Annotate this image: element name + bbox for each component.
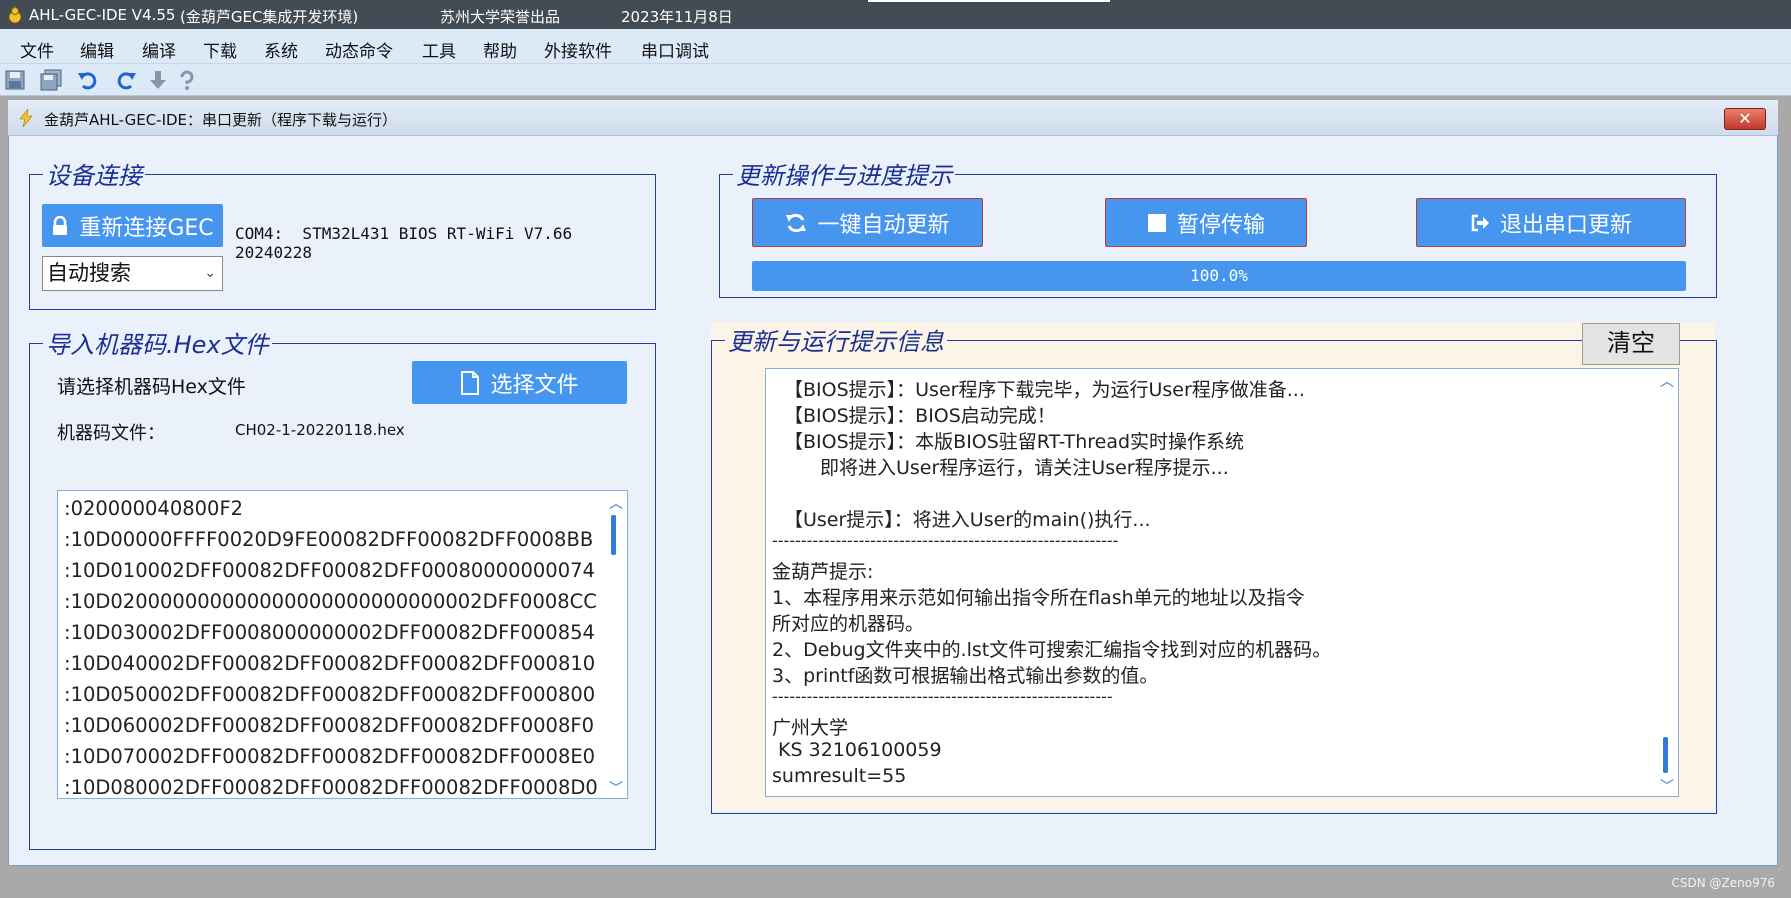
hex-line: :10D080002DFF00082DFF00082DFF00082DFF000… xyxy=(64,776,598,799)
menu-tools[interactable]: 工具 xyxy=(422,37,456,62)
menu-serial-debug[interactable]: 串口调试 xyxy=(641,37,709,62)
dialog-lightning-icon xyxy=(19,109,33,127)
clear-log-button[interactable]: 清空 xyxy=(1582,323,1680,365)
title-accent-bar xyxy=(868,0,1110,2)
stop-square-icon xyxy=(1147,213,1166,232)
menu-help[interactable]: 帮助 xyxy=(483,37,517,62)
publisher-text: 苏州大学荣誉出品 xyxy=(440,8,561,26)
hex-line: :10D070002DFF00082DFF00082DFF00082DFF000… xyxy=(64,745,596,768)
sign-out-icon xyxy=(1471,214,1489,231)
undo-icon[interactable] xyxy=(74,67,100,93)
log-line: 【BIOS提示】：BIOS启动完成！ xyxy=(784,405,1056,427)
help-icon[interactable] xyxy=(174,67,200,93)
menu-bar: 文件 编辑 编译 下载 系统 动态命令 工具 帮助 外接软件 串口调试 xyxy=(0,29,1791,64)
title-bar: AHL-GEC-IDE V4.55 (金葫芦GEC集成开发环境) 苏州大学荣誉出… xyxy=(0,0,1791,29)
menu-edit[interactable]: 编辑 xyxy=(80,37,114,62)
dialog-title: 金葫芦AHL-GEC-IDE：串口更新（程序下载与运行） xyxy=(44,111,398,129)
app-gourd-icon xyxy=(8,6,22,24)
log-line: 1、本程序用来示范如何输出指令所在flash单元的地址以及指令 xyxy=(772,587,1305,609)
reconnect-gec-label: 重新连接GEC xyxy=(79,215,214,241)
hex-line: :10D060002DFF00082DFF00082DFF00082DFF000… xyxy=(64,714,594,737)
scroll-down-icon[interactable]: ﹀ xyxy=(609,778,623,798)
status-bar: CSDN @Zeno976 xyxy=(0,866,1791,898)
chevron-down-icon: ⌄ xyxy=(204,265,216,281)
menu-external-software[interactable]: 外接软件 xyxy=(544,37,612,62)
log-line: 3、printf函数可根据输出格式输出参数的值。 xyxy=(772,665,1159,687)
scroll-up-icon[interactable]: ︿ xyxy=(1660,371,1674,391)
menu-system[interactable]: 系统 xyxy=(264,37,298,62)
pause-transfer-label: 暂停传输 xyxy=(1176,212,1265,238)
menu-compile[interactable]: 编译 xyxy=(142,37,176,62)
hex-line: :10D00000FFFF0020D9FE00082DFF00082DFF000… xyxy=(64,528,594,551)
watermark-text: CSDN @Zeno976 xyxy=(1671,876,1775,890)
log-scrollbar-thumb[interactable] xyxy=(1663,737,1668,773)
reconnect-gec-button[interactable]: 重新连接GEC xyxy=(42,204,223,247)
dialog-close-button[interactable]: ✕ xyxy=(1724,108,1766,130)
log-line: 即将进入User程序运行，请关注User程序提示... xyxy=(820,457,1229,479)
app-name: AHL-GEC-IDE V4.55 xyxy=(29,6,176,24)
scroll-down-icon[interactable]: ﹀ xyxy=(1660,776,1674,796)
log-line: ----------------------------------------… xyxy=(772,687,1113,706)
machine-code-file-name: CH02-1-20220118.hex xyxy=(235,421,405,439)
save-icon[interactable] xyxy=(2,67,28,93)
search-mode-select[interactable]: 自动搜索 ⌄ xyxy=(42,256,223,291)
hex-line: :10D020000000000000000000000000002DFF000… xyxy=(64,590,597,613)
log-line: 【BIOS提示】：本版BIOS驻留RT-Thread实时操作系统 xyxy=(784,431,1245,453)
hex-line: :10D040002DFF00082DFF00082DFF00082DFF000… xyxy=(64,652,596,675)
choose-file-label: 选择文件 xyxy=(490,372,579,398)
log-line: 广州大学 xyxy=(772,717,849,739)
log-line: 所对应的机器码。 xyxy=(772,613,925,635)
log-output-box[interactable]: 【BIOS提示】：User程序下载完毕，为运行User程序做准备... 【BIO… xyxy=(765,368,1679,797)
menu-dynamic-command[interactable]: 动态命令 xyxy=(325,37,393,62)
lock-icon xyxy=(53,215,68,235)
save-all-icon[interactable] xyxy=(38,67,64,93)
machine-code-file-label: 机器码文件： xyxy=(57,423,165,444)
dialog-title-bar: 金葫芦AHL-GEC-IDE：串口更新（程序下载与运行） ✕ xyxy=(8,100,1778,136)
log-line: 【BIOS提示】：User程序下载完毕，为运行User程序做准备... xyxy=(784,379,1305,401)
log-line: 2、Debug文件夹中的.lst文件可搜索汇编指令找到对应的机器码。 xyxy=(772,639,1332,661)
device-connection-legend: 设备连接 xyxy=(43,156,145,191)
exit-serial-update-label: 退出串口更新 xyxy=(1499,212,1632,238)
hex-content-list[interactable]: :020000040800F2 :10D00000FFFF0020D9FE000… xyxy=(57,490,628,799)
update-progress-legend: 更新操作与进度提示 xyxy=(733,156,955,191)
toolbar xyxy=(0,64,1791,96)
log-legend: 更新与运行提示信息 xyxy=(725,322,947,357)
exit-serial-update-button[interactable]: 退出串口更新 xyxy=(1416,198,1686,247)
scroll-up-icon[interactable]: ︿ xyxy=(609,493,623,513)
search-mode-value: 自动搜索 xyxy=(47,261,131,285)
log-line: ----------------------------------------… xyxy=(772,531,1119,550)
hex-line: :020000040800F2 xyxy=(64,497,244,520)
pause-transfer-button[interactable]: 暂停传输 xyxy=(1105,198,1307,247)
choose-file-button[interactable]: 选择文件 xyxy=(412,361,627,404)
update-progress-bar: 100.0% xyxy=(752,261,1686,291)
hex-line: :10D010002DFF00082DFF00082DFF00080000000… xyxy=(64,559,595,582)
port-info-line1: COM4: STM32L431 BIOS RT-WiFi V7.66 xyxy=(235,224,573,243)
log-line: KS 32106100059 xyxy=(772,739,942,761)
redo-icon[interactable] xyxy=(114,67,140,93)
app-subtitle: (金葫芦GEC集成开发环境) xyxy=(180,8,359,26)
log-line: 金葫芦提示: xyxy=(772,561,874,583)
menu-download[interactable]: 下载 xyxy=(203,37,237,62)
hex-scrollbar-thumb[interactable] xyxy=(611,515,616,555)
refresh-icon xyxy=(786,213,807,232)
hex-line: :10D050002DFF00082DFF00082DFF00082DFF000… xyxy=(64,683,596,706)
menu-file[interactable]: 文件 xyxy=(20,37,54,62)
port-info-line2: 20240228 xyxy=(235,243,313,262)
auto-update-label: 一键自动更新 xyxy=(817,212,950,238)
log-line: 【User提示】：将进入User的main()执行... xyxy=(784,509,1151,531)
hex-line: :10D030002DFF0008000000002DFF00082DFF000… xyxy=(64,621,595,644)
download-arrow-icon[interactable] xyxy=(145,67,171,93)
file-icon xyxy=(461,370,480,395)
date-text: 2023年11月8日 xyxy=(621,8,733,26)
log-line: sumresult=55 xyxy=(772,765,907,787)
auto-update-button[interactable]: 一键自动更新 xyxy=(752,198,983,247)
hex-file-prompt: 请选择机器码Hex文件 xyxy=(57,376,246,398)
hex-import-legend: 导入机器码.Hex文件 xyxy=(43,325,272,360)
progress-text: 100.0% xyxy=(1190,266,1248,285)
